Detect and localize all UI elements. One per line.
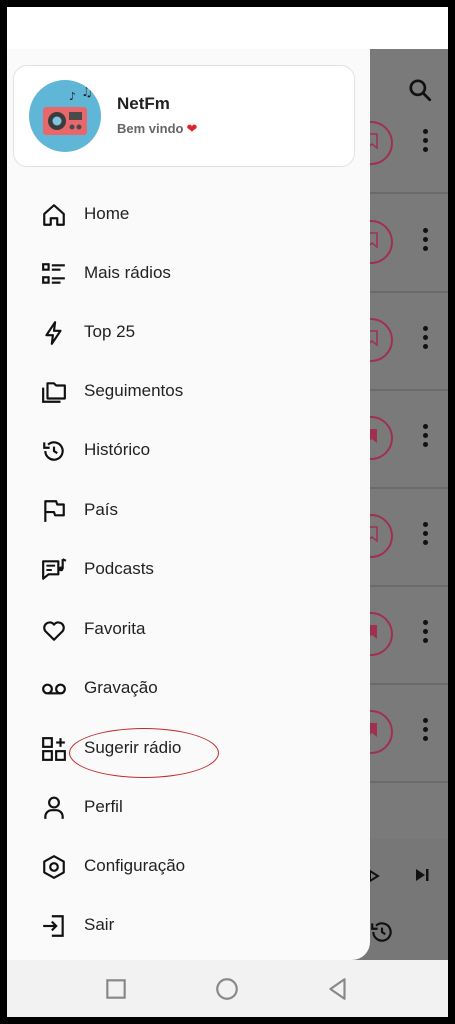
more-icon[interactable] xyxy=(423,424,429,452)
screen: ♪ ♫ NetFm Bem vindo ❤ Home Mais rádios To… xyxy=(7,7,448,1017)
menu-item-historico[interactable]: Histórico xyxy=(7,423,370,479)
add-grid-icon xyxy=(42,737,66,761)
history-icon[interactable] xyxy=(369,919,395,945)
menu-label: Gravação xyxy=(84,678,158,697)
logout-icon xyxy=(43,915,64,937)
menu-item-perfil[interactable]: Perfil xyxy=(7,780,370,836)
back-icon[interactable] xyxy=(325,976,351,1002)
heart-emoji: ❤ xyxy=(186,121,198,136)
more-icon[interactable] xyxy=(423,228,429,256)
menu-label: Mais rádios xyxy=(84,263,171,282)
bolt-icon xyxy=(45,321,62,345)
menu-item-sair[interactable]: Sair xyxy=(7,898,370,954)
menu-label: Histórico xyxy=(84,440,151,459)
system-navigation-bar xyxy=(7,960,448,1017)
menu-label: Home xyxy=(84,204,130,223)
menu-item-home[interactable]: Home xyxy=(7,187,370,243)
menu-item-pais[interactable]: País xyxy=(7,483,370,539)
menu-label: Podcasts xyxy=(84,559,154,578)
more-icon[interactable] xyxy=(423,326,429,354)
menu-label: País xyxy=(84,500,119,519)
menu-label: Perfil xyxy=(84,797,123,816)
svg-text:♪: ♪ xyxy=(69,90,76,103)
menu-item-favorita[interactable]: Favorita xyxy=(7,602,370,658)
settings-icon xyxy=(43,855,65,879)
menu-item-podcasts[interactable]: Podcasts xyxy=(7,542,370,598)
svg-text:♫: ♫ xyxy=(81,85,93,100)
menu-item-seguimentos[interactable]: Seguimentos xyxy=(7,364,370,420)
voicemail-icon xyxy=(42,683,66,695)
menu-item-configuracao[interactable]: Configuração xyxy=(7,839,370,895)
menu-label: Favorita xyxy=(84,619,146,638)
person-icon xyxy=(44,796,64,819)
app-logo: ♪ ♫ xyxy=(29,80,101,152)
more-icon[interactable] xyxy=(423,522,429,550)
menu-label: Configuração xyxy=(84,856,186,875)
menu-label: Top 25 xyxy=(84,322,136,341)
podcast-icon xyxy=(42,558,67,580)
skip-next-icon[interactable] xyxy=(413,866,431,884)
more-icon[interactable] xyxy=(423,129,429,157)
drawer-header: ♪ ♫ NetFm Bem vindo ❤ xyxy=(13,65,355,167)
menu-label: Seguimentos xyxy=(84,381,184,400)
folders-icon xyxy=(42,382,66,403)
app-name: NetFm xyxy=(117,94,170,113)
menu-item-mais-radios[interactable]: Mais rádios xyxy=(7,246,370,302)
annotation-ellipse xyxy=(69,728,219,778)
recent-apps-icon[interactable] xyxy=(103,976,129,1002)
list-icon xyxy=(42,263,65,284)
menu-item-top-25[interactable]: Top 25 xyxy=(7,305,370,361)
more-icon[interactable] xyxy=(423,620,429,648)
heart-icon xyxy=(43,621,65,641)
navigation-drawer: ♪ ♫ NetFm Bem vindo ❤ Home Mais rádios To… xyxy=(7,49,370,960)
home-circle-icon[interactable] xyxy=(214,976,240,1002)
history-icon xyxy=(43,441,64,461)
more-icon[interactable] xyxy=(423,718,429,746)
status-bar xyxy=(7,7,448,49)
welcome-label: Bem vindo xyxy=(117,121,184,136)
menu-item-gravacao[interactable]: Gravação xyxy=(7,661,370,717)
home-icon xyxy=(43,204,65,226)
flag-icon xyxy=(44,500,65,522)
welcome-text: Bem vindo ❤ xyxy=(117,121,197,137)
menu-label: Sair xyxy=(84,915,115,934)
